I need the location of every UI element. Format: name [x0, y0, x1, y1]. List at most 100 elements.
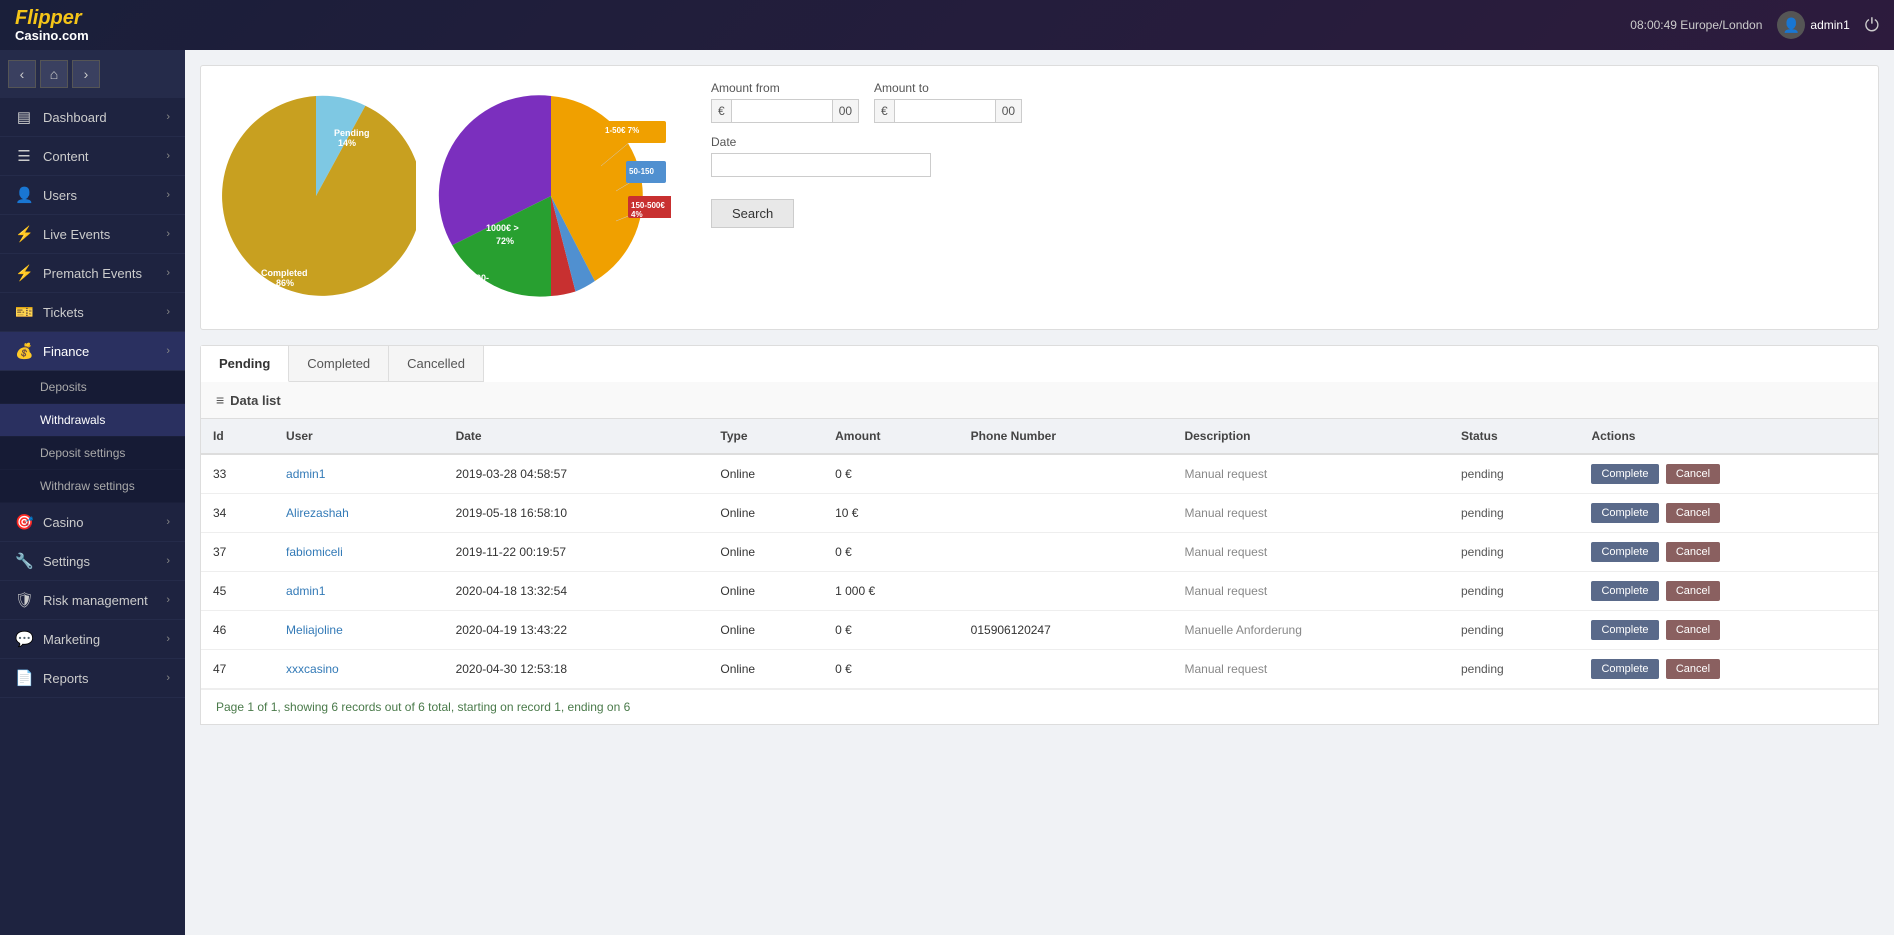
- sidebar-item-prematch-events[interactable]: ⚡ Prematch Events ›: [0, 254, 185, 293]
- cancel-button[interactable]: Cancel: [1666, 581, 1720, 601]
- content-icon: ☰: [15, 147, 33, 165]
- cancel-button[interactable]: Cancel: [1666, 542, 1720, 562]
- cell-id: 33: [201, 454, 274, 494]
- cancel-button[interactable]: Cancel: [1666, 659, 1720, 679]
- cell-description: Manuelle Anforderung: [1172, 611, 1449, 650]
- cell-amount: 10 €: [823, 494, 959, 533]
- amount-from-group: Amount from € 00: [711, 81, 859, 123]
- table-row: 47 xxxcasino 2020-04-30 12:53:18 Online …: [201, 650, 1878, 689]
- sidebar-item-reports[interactable]: 📄 Reports ›: [0, 659, 185, 698]
- nav-forward-button[interactable]: ›: [72, 60, 100, 88]
- cell-phone: [959, 650, 1173, 689]
- complete-button[interactable]: Complete: [1591, 620, 1658, 640]
- cell-phone: [959, 533, 1173, 572]
- sidebar-item-marketing[interactable]: 💬 Marketing ›: [0, 620, 185, 659]
- cell-phone: [959, 572, 1173, 611]
- cancel-button[interactable]: Cancel: [1666, 503, 1720, 523]
- complete-button[interactable]: Complete: [1591, 464, 1658, 484]
- sidebar-item-finance[interactable]: 💰 Finance ›: [0, 332, 185, 371]
- cell-amount: 1 000 €: [823, 572, 959, 611]
- cell-actions: Complete Cancel: [1579, 533, 1878, 572]
- table-row: 33 admin1 2019-03-28 04:58:57 Online 0 €…: [201, 454, 1878, 494]
- col-date: Date: [444, 419, 709, 454]
- prematch-icon: ⚡: [15, 264, 33, 282]
- cents-from-suffix: 00: [832, 100, 858, 122]
- sidebar-item-label: Tickets: [43, 305, 84, 320]
- col-description: Description: [1172, 419, 1449, 454]
- cell-status: pending: [1449, 533, 1579, 572]
- sidebar-item-tickets[interactable]: 🎫 Tickets ›: [0, 293, 185, 332]
- complete-button[interactable]: Complete: [1591, 503, 1658, 523]
- marketing-icon: 💬: [15, 630, 33, 648]
- live-events-icon: ⚡: [15, 225, 33, 243]
- logout-icon[interactable]: ⏻: [1865, 15, 1879, 36]
- sidebar-item-settings[interactable]: 🔧 Settings ›: [0, 542, 185, 581]
- cancel-button[interactable]: Cancel: [1666, 620, 1720, 640]
- sidebar-item-label: Users: [43, 188, 77, 203]
- search-button[interactable]: Search: [711, 199, 794, 228]
- amount-pie-chart: 1-50€ 7% 50-150 150-500€ 4% 1000€ > 72%: [431, 81, 671, 314]
- sidebar-item-label: Prematch Events: [43, 266, 142, 281]
- col-actions: Actions: [1579, 419, 1878, 454]
- finance-submenu: Deposits Withdrawals Deposit settings Wi…: [0, 371, 185, 503]
- nav-back-button[interactable]: ‹: [8, 60, 36, 88]
- date-input[interactable]: [711, 153, 931, 177]
- svg-text:15%: 15%: [469, 293, 487, 303]
- chevron-right-icon: ›: [166, 594, 170, 606]
- tab-pending[interactable]: Pending: [201, 346, 289, 382]
- cell-id: 47: [201, 650, 274, 689]
- dashboard-icon: ▤: [15, 108, 33, 126]
- tab-completed[interactable]: Completed: [289, 346, 389, 382]
- user-link[interactable]: Alirezashah: [286, 506, 349, 520]
- cell-type: Online: [708, 650, 823, 689]
- cell-date: 2019-05-18 16:58:10: [444, 494, 709, 533]
- tab-cancelled[interactable]: Cancelled: [389, 346, 484, 382]
- cell-user: Meliajoline: [274, 611, 444, 650]
- col-phone: Phone Number: [959, 419, 1173, 454]
- table-row: 34 Alirezashah 2019-05-18 16:58:10 Onlin…: [201, 494, 1878, 533]
- col-id: Id: [201, 419, 274, 454]
- topbar: Flipper Casino.com 08:00:49 Europe/Londo…: [0, 0, 1894, 50]
- cell-status: pending: [1449, 572, 1579, 611]
- sidebar-item-withdrawals[interactable]: Withdrawals: [0, 404, 185, 437]
- cancel-button[interactable]: Cancel: [1666, 464, 1720, 484]
- sidebar-item-label: Settings: [43, 554, 90, 569]
- amount-to-input[interactable]: [895, 100, 995, 122]
- cell-type: Online: [708, 494, 823, 533]
- sidebar-item-deposit-settings[interactable]: Deposit settings: [0, 437, 185, 470]
- sidebar-item-label: Reports: [43, 671, 89, 686]
- svg-text:72%: 72%: [496, 236, 514, 246]
- user-link[interactable]: fabiomiceli: [286, 545, 343, 559]
- sidebar-item-label: Marketing: [43, 632, 100, 647]
- nav-home-button[interactable]: ⌂: [40, 60, 68, 88]
- sidebar-item-users[interactable]: 👤 Users ›: [0, 176, 185, 215]
- complete-button[interactable]: Complete: [1591, 542, 1658, 562]
- top-panel: Pending 14% Completed 86%: [200, 65, 1879, 330]
- cell-description: Manual request: [1172, 572, 1449, 611]
- sidebar-item-withdraw-settings[interactable]: Withdraw settings: [0, 470, 185, 503]
- user-link[interactable]: xxxcasino: [286, 662, 339, 676]
- sidebar-item-casino[interactable]: 🎯 Casino ›: [0, 503, 185, 542]
- tickets-icon: 🎫: [15, 303, 33, 321]
- svg-text:1000€: 1000€: [463, 283, 488, 293]
- user-link[interactable]: Meliajoline: [286, 623, 343, 637]
- amount-from-input[interactable]: [732, 100, 832, 122]
- sidebar-item-risk-management[interactable]: 🛡 Risk management ›: [0, 581, 185, 620]
- svg-text:14%: 14%: [338, 138, 356, 148]
- casino-icon: 🎯: [15, 513, 33, 531]
- sidebar-item-dashboard[interactable]: ▤ Dashboard ›: [0, 98, 185, 137]
- sidebar-item-content[interactable]: ☰ Content ›: [0, 137, 185, 176]
- sidebar-item-label: Risk management: [43, 593, 148, 608]
- data-section: ≡ Data list Id User Date Type Amount Pho…: [200, 382, 1879, 725]
- sidebar-item-live-events[interactable]: ⚡ Live Events ›: [0, 215, 185, 254]
- cell-description: Manual request: [1172, 650, 1449, 689]
- user-link[interactable]: admin1: [286, 584, 325, 598]
- cell-user: Alirezashah: [274, 494, 444, 533]
- sidebar-item-deposits[interactable]: Deposits: [0, 371, 185, 404]
- cell-date: 2020-04-30 12:53:18: [444, 650, 709, 689]
- complete-button[interactable]: Complete: [1591, 581, 1658, 601]
- user-link[interactable]: admin1: [286, 467, 325, 481]
- complete-button[interactable]: Complete: [1591, 659, 1658, 679]
- svg-text:150-500€: 150-500€: [631, 201, 665, 210]
- cell-type: Online: [708, 533, 823, 572]
